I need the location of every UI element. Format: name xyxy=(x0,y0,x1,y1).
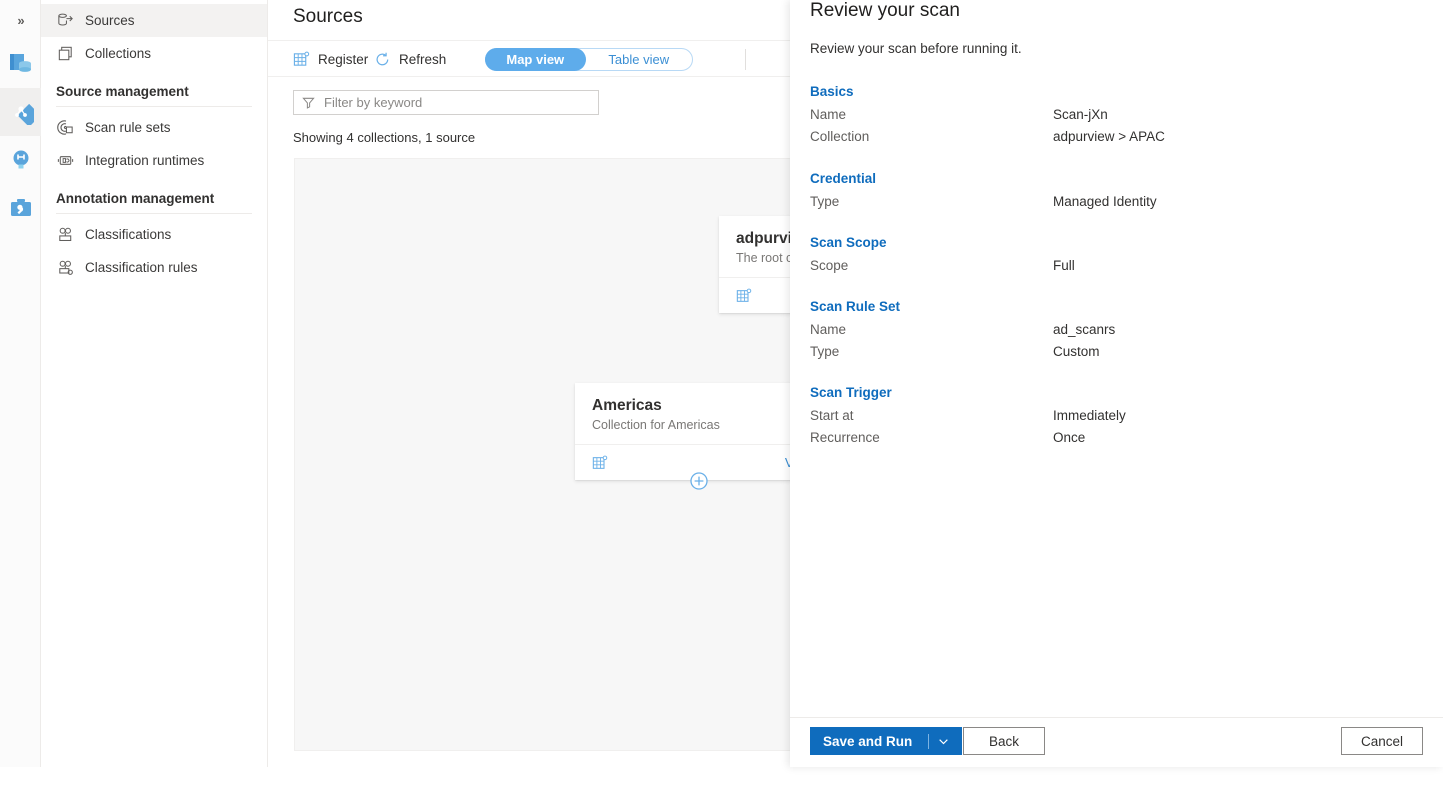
split-divider xyxy=(928,734,929,749)
sidebar-item-label: Integration runtimes xyxy=(85,153,204,168)
sidebar-item-classifications[interactable]: Classifications xyxy=(41,218,267,251)
insights-icon xyxy=(8,147,34,173)
panel-body: Basics Name Scan-jXn Collection adpurvie… xyxy=(790,72,1443,717)
field-label: Recurrence xyxy=(810,430,880,445)
field-value: Custom xyxy=(1053,344,1100,359)
tab-map-view[interactable]: Map view xyxy=(485,48,586,71)
rail-item-management[interactable] xyxy=(0,184,41,232)
sidebar-item-sources[interactable]: Sources xyxy=(41,4,267,37)
sidebar-item-label: Scan rule sets xyxy=(85,120,171,135)
filter-icon xyxy=(302,96,315,109)
sources-icon xyxy=(56,11,75,30)
section-heading-basics: Basics xyxy=(810,84,854,99)
classification-rules-icon xyxy=(56,258,75,277)
sidebar-item-classification-rules[interactable]: Classification rules xyxy=(41,251,267,284)
review-scan-panel: Review your scan Review your scan before… xyxy=(790,0,1443,767)
field-value: Once xyxy=(1053,430,1085,445)
save-and-run-button[interactable]: Save and Run xyxy=(810,727,962,755)
register-icon xyxy=(293,51,310,68)
sidebar-item-label: Collections xyxy=(85,46,151,61)
command-divider xyxy=(745,49,746,70)
sidebar-item-label: Classifications xyxy=(85,227,171,242)
field-label: Scope xyxy=(810,258,848,273)
filter-input-wrapper[interactable] xyxy=(293,90,599,115)
panel-subtitle: Review your scan before running it. xyxy=(810,41,1022,56)
sidebar-divider xyxy=(56,106,252,107)
sidebar-group-annotation-management: Annotation management xyxy=(41,177,267,210)
field-label: Name xyxy=(810,107,846,122)
field-value: Full xyxy=(1053,258,1075,273)
add-collection-icon[interactable] xyxy=(690,472,708,490)
data-catalog-icon xyxy=(8,51,34,77)
app-window: » xyxy=(0,0,1443,767)
search-input[interactable] xyxy=(322,94,590,111)
sidebar-item-scan-rule-sets[interactable]: Scan rule sets xyxy=(41,111,267,144)
field-value: ad_scanrs xyxy=(1053,322,1115,337)
view-toggle[interactable]: Map view Table view xyxy=(485,48,693,71)
sidebar-group-source-management: Source management xyxy=(41,70,267,103)
field-value: Scan-jXn xyxy=(1053,107,1108,122)
register-label: Register xyxy=(318,52,368,67)
field-label: Start at xyxy=(810,408,854,423)
tab-table-view[interactable]: Table view xyxy=(586,48,692,71)
chevron-down-icon[interactable] xyxy=(938,736,949,747)
sidebar-nav: Sources Collections Source management Sc… xyxy=(41,0,268,767)
sidebar-divider xyxy=(56,213,252,214)
panel-title: Review your scan xyxy=(810,0,960,22)
classifications-icon xyxy=(56,225,75,244)
management-icon xyxy=(8,195,34,221)
page-title: Sources xyxy=(293,6,363,28)
icon-rail: » xyxy=(0,0,41,767)
rail-item-insights[interactable] xyxy=(0,136,41,184)
refresh-icon xyxy=(374,51,391,68)
refresh-button[interactable]: Refresh xyxy=(374,41,446,77)
scan-rule-sets-icon xyxy=(56,118,75,137)
integration-runtimes-icon xyxy=(56,151,75,170)
field-value: Managed Identity xyxy=(1053,194,1157,209)
section-heading-scan-scope: Scan Scope xyxy=(810,235,887,250)
sidebar-item-label: Classification rules xyxy=(85,260,198,275)
field-value: Immediately xyxy=(1053,408,1126,423)
section-heading-credential: Credential xyxy=(810,171,876,186)
panel-footer: Save and Run Back Cancel xyxy=(790,717,1443,767)
showing-count-text: Showing 4 collections, 1 source xyxy=(293,130,475,145)
save-and-run-label: Save and Run xyxy=(823,734,912,749)
field-label: Name xyxy=(810,322,846,337)
expand-menu-icon[interactable]: » xyxy=(0,0,41,40)
sidebar-item-collections[interactable]: Collections xyxy=(41,37,267,70)
rail-item-data-catalog[interactable] xyxy=(0,40,41,88)
field-label: Type xyxy=(810,194,839,209)
field-value: adpurview > APAC xyxy=(1053,129,1165,144)
section-heading-scan-rule-set: Scan Rule Set xyxy=(810,299,900,314)
refresh-label: Refresh xyxy=(399,52,446,67)
register-source-icon[interactable] xyxy=(592,455,608,471)
register-source-icon[interactable] xyxy=(736,288,752,304)
collections-icon xyxy=(56,44,75,63)
register-button[interactable]: Register xyxy=(293,41,368,77)
data-map-icon xyxy=(8,99,34,125)
back-button[interactable]: Back xyxy=(963,727,1045,755)
sidebar-item-integration-runtimes[interactable]: Integration runtimes xyxy=(41,144,267,177)
sidebar-item-label: Sources xyxy=(85,13,135,28)
cancel-button[interactable]: Cancel xyxy=(1341,727,1423,755)
field-label: Type xyxy=(810,344,839,359)
field-label: Collection xyxy=(810,129,869,144)
section-heading-scan-trigger: Scan Trigger xyxy=(810,385,892,400)
rail-item-data-map[interactable] xyxy=(0,88,41,136)
